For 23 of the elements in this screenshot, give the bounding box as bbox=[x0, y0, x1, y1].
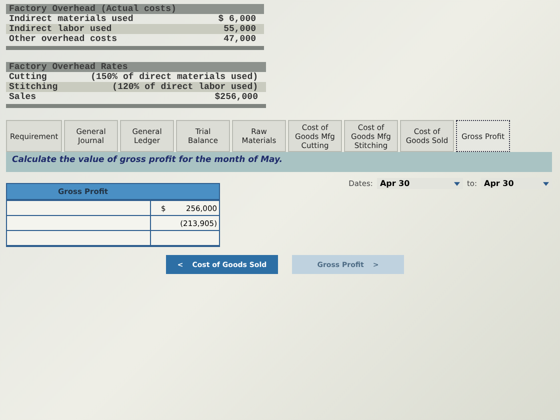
row-label: Indirect materials used bbox=[9, 14, 134, 24]
row-label: Stitching bbox=[9, 82, 58, 92]
caret-icon bbox=[543, 182, 549, 186]
input-field[interactable] bbox=[7, 231, 151, 245]
input-field[interactable] bbox=[7, 201, 151, 215]
caret-icon bbox=[454, 182, 460, 186]
row-amount: (150% of direct materials used) bbox=[90, 72, 258, 82]
row-amount: (120% of direct labor used) bbox=[112, 82, 258, 92]
amount-cell[interactable] bbox=[151, 231, 219, 245]
row-label: Indirect labor used bbox=[9, 24, 112, 34]
row-amount: 55,000 bbox=[224, 24, 256, 34]
row-label: Other overhead costs bbox=[9, 34, 118, 44]
input-field[interactable] bbox=[7, 216, 151, 230]
row-amount: 47,000 bbox=[224, 34, 256, 44]
date-dropdown[interactable]: Apr 30 bbox=[481, 178, 552, 189]
row-label: Sales bbox=[9, 92, 36, 102]
row-amount: $ 6,000 bbox=[218, 14, 256, 24]
row-label: Cutting bbox=[9, 72, 47, 82]
instruction-text: Calculate the value of gross profit for the month of May. bbox=[6, 152, 552, 172]
row-amount: $256,000 bbox=[214, 92, 258, 102]
table-title: Factory Overhead Rates bbox=[6, 62, 266, 72]
table-title: Factory Overhead (Actual costs) bbox=[6, 4, 264, 14]
date-dropdown[interactable]: Apr 30 bbox=[376, 178, 463, 189]
